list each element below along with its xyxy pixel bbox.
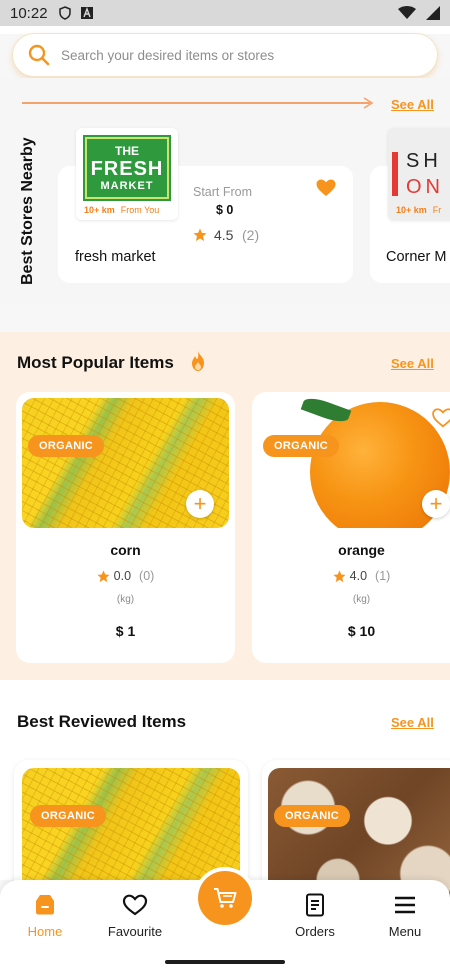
add-to-cart-button[interactable]: +: [422, 490, 450, 518]
product-card[interactable]: ORGANIC + orange 4.0 (1) (kg) $ 10: [252, 392, 450, 663]
cart-button[interactable]: [198, 871, 252, 925]
heart-outline-icon: [122, 894, 148, 916]
most-popular-title: Most Popular Items: [17, 353, 174, 372]
cart-icon: [214, 888, 237, 908]
start-from-label: Start From: [193, 185, 253, 199]
menu-icon: [395, 896, 415, 914]
distance-text: 10+ km: [396, 205, 427, 215]
star-icon: [193, 228, 207, 241]
rating-count: (1): [375, 569, 391, 583]
store-distance: 10+ km Fr: [396, 205, 441, 215]
best-stores-title: Best Stores Nearby: [19, 137, 36, 285]
store-logo: THE FRESH MARKET 10+ km From You: [76, 128, 178, 220]
status-bar: 10:22: [0, 0, 450, 26]
nav-home-label: Home: [27, 924, 63, 939]
organic-badge: ORGANIC: [263, 435, 340, 457]
organic-badge: ORGANIC: [28, 435, 105, 457]
product-unit: (kg): [116, 594, 135, 605]
store-distance: 10+ km From You: [84, 205, 159, 215]
status-time: 10:22: [10, 4, 48, 22]
product-price: $ 10: [347, 623, 376, 639]
search-icon: [28, 44, 50, 66]
search-bar[interactable]: Search your desired items or stores: [12, 33, 438, 77]
store-name: Corner M: [386, 249, 447, 265]
logo-text: SH: [406, 150, 442, 172]
product-image: [258, 398, 450, 528]
home-icon: [36, 895, 54, 915]
rating-value: 4.0: [349, 569, 368, 583]
reviewed-see-all-link[interactable]: See All: [391, 715, 434, 730]
store-name: fresh market: [75, 249, 156, 265]
from-you-text: Fr: [432, 205, 442, 215]
add-to-cart-button[interactable]: +: [186, 490, 214, 518]
best-reviewed-title: Best Reviewed Items: [17, 712, 187, 731]
product-card[interactable]: ORGANIC: [262, 760, 450, 900]
heart-filled-icon[interactable]: [316, 179, 336, 197]
logo-text: FRESH: [90, 158, 164, 180]
nav-orders-label: Orders: [295, 924, 335, 939]
product-rating: 0.0 (0): [16, 569, 235, 583]
organic-badge: ORGANIC: [274, 805, 351, 827]
logo-text: ON: [406, 176, 444, 198]
star-icon: [333, 569, 346, 582]
scroll-arrow-line: [22, 102, 370, 104]
fresh-market-logo: THE FRESH MARKET: [80, 132, 174, 204]
store-logo: SH ON 10+ km Fr: [388, 128, 450, 220]
font-icon: [80, 7, 93, 19]
product-price: $ 1: [115, 623, 136, 639]
product-unit: (kg): [352, 594, 371, 605]
nav-menu[interactable]: Menu: [365, 892, 445, 939]
product-card[interactable]: ORGANIC + corn 0.0 (0) (kg) $ 1: [16, 392, 235, 663]
start-price: $ 0: [216, 203, 234, 217]
nav-menu-label: Menu: [388, 924, 422, 939]
fire-icon: [192, 351, 204, 371]
logo-bar: [392, 152, 398, 196]
distance-text: 10+ km: [84, 205, 115, 215]
nav-favourite-label: Favourite: [107, 924, 163, 939]
product-rating: 4.0 (1): [252, 569, 450, 583]
star-icon: [97, 569, 110, 582]
organic-badge: ORGANIC: [30, 805, 107, 827]
search-placeholder[interactable]: Search your desired items or stores: [61, 48, 274, 63]
rating-count: (0): [139, 569, 155, 583]
nav-orders[interactable]: Orders: [275, 892, 355, 939]
orders-icon: [306, 893, 324, 917]
signal-icon: [426, 6, 440, 20]
rating-value: 0.0: [113, 569, 132, 583]
product-name: orange: [338, 542, 385, 558]
home-gesture-pill[interactable]: [165, 960, 285, 964]
nav-favourite[interactable]: Favourite: [95, 892, 175, 939]
product-name: corn: [110, 542, 141, 558]
store-rating-count: (2): [242, 227, 260, 243]
shield-icon: [58, 6, 71, 20]
stores-see-all-link[interactable]: See All: [391, 97, 434, 112]
store-rating: 4.5: [214, 227, 234, 243]
arrow-right-icon: [363, 97, 374, 109]
logo-text: THE: [115, 144, 139, 158]
popular-see-all-link[interactable]: See All: [391, 356, 434, 371]
logo-text: MARKET: [100, 180, 154, 192]
wifi-icon: [398, 6, 416, 19]
from-you-text: From You: [120, 205, 160, 215]
heart-outline-icon[interactable]: [432, 408, 450, 428]
nav-home[interactable]: Home: [5, 892, 85, 939]
